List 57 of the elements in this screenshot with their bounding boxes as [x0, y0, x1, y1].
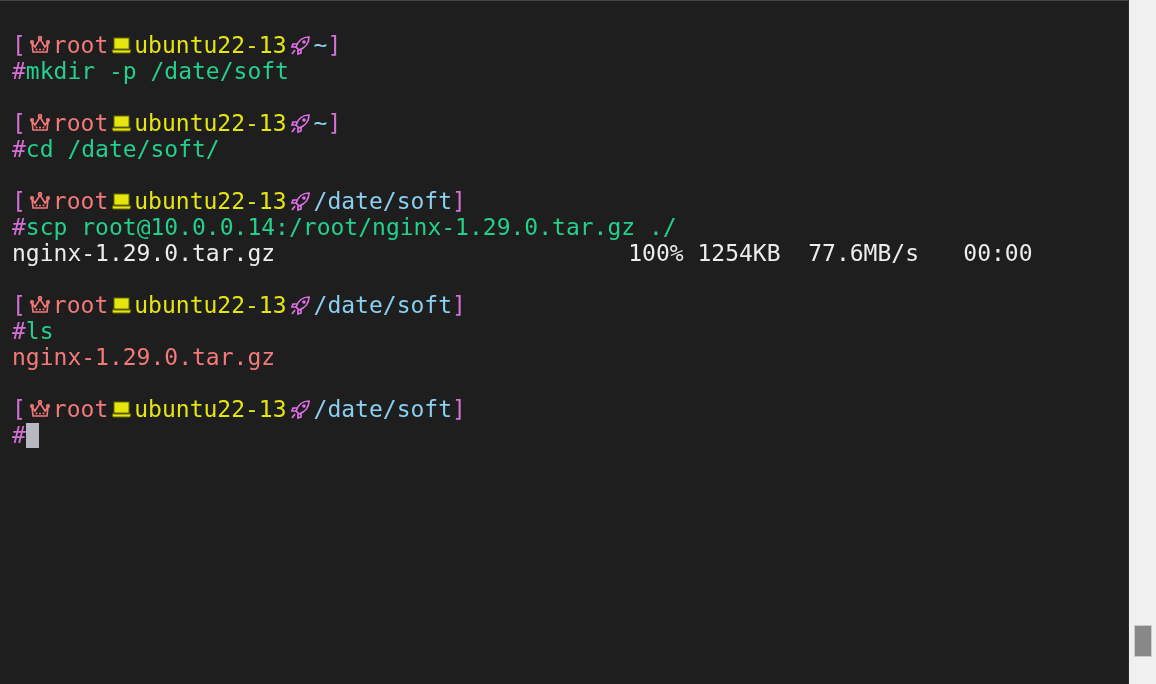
- prompt-sign: #: [12, 318, 26, 344]
- directory-path: /date/soft: [313, 292, 453, 318]
- command-text: scp root@10.0.0.14:/root/nginx-1.29.0.tar.gz ./: [25, 214, 677, 240]
- command-text: cd /date/soft/: [25, 136, 220, 162]
- directory-path: /date/soft: [313, 188, 453, 214]
- laptop-icon: [111, 191, 133, 211]
- rocket-icon: [289, 35, 312, 55]
- user-name: root: [52, 292, 109, 318]
- prompt-bracket: [: [12, 32, 26, 58]
- crown-icon: [28, 399, 51, 419]
- crown-icon: [28, 295, 51, 315]
- transfer-size: 1254KB: [697, 240, 781, 266]
- command-text: mkdir -p /date/soft: [25, 58, 289, 84]
- prompt-bracket: [: [12, 292, 26, 318]
- rocket-icon: [289, 399, 312, 419]
- crown-icon: [28, 191, 51, 211]
- host-name: ubuntu22-13: [134, 292, 287, 318]
- prompt-bracket: [: [12, 110, 26, 136]
- prompt-bracket: [: [12, 188, 26, 214]
- transfer-time: 00:00: [963, 240, 1033, 266]
- prompt-sign: #: [12, 136, 26, 162]
- directory-path: ~: [313, 110, 328, 136]
- command-text: ls: [25, 318, 54, 344]
- prompt-bracket: ]: [452, 292, 466, 318]
- prompt-bracket: ]: [327, 32, 342, 58]
- prompt-sign: #: [12, 58, 26, 84]
- prompt-sign: #: [12, 214, 26, 240]
- laptop-icon: [111, 113, 133, 133]
- directory-path: ~: [313, 32, 328, 58]
- prompt-bracket: ]: [327, 110, 342, 136]
- user-name: root: [52, 188, 109, 214]
- prompt-sign: #: [12, 422, 26, 448]
- file-name: nginx-1.29.0.tar.gz: [12, 240, 276, 266]
- scrollbar-thumb[interactable]: [1133, 625, 1152, 657]
- user-name: root: [52, 32, 109, 58]
- rocket-icon: [289, 113, 312, 133]
- prompt-bracket: ]: [452, 396, 466, 422]
- transfer-rate: 77.6MB/s: [808, 240, 919, 266]
- directory-path: /date/soft: [313, 396, 453, 422]
- crown-icon: [28, 35, 51, 55]
- transfer-percent: 100%: [628, 240, 684, 266]
- rocket-icon: [289, 191, 312, 211]
- rocket-icon: [289, 295, 312, 315]
- user-name: root: [52, 396, 109, 422]
- crown-icon: [28, 113, 51, 133]
- scrollbar-track[interactable]: [1128, 0, 1156, 684]
- host-name: ubuntu22-13: [134, 110, 287, 136]
- laptop-icon: [111, 35, 133, 55]
- user-name: root: [52, 110, 109, 136]
- host-name: ubuntu22-13: [134, 396, 287, 422]
- laptop-icon: [111, 399, 133, 419]
- laptop-icon: [111, 295, 133, 315]
- host-name: ubuntu22-13: [134, 32, 287, 58]
- host-name: ubuntu22-13: [134, 188, 287, 214]
- prompt-bracket: ]: [452, 188, 466, 214]
- prompt-bracket: [: [12, 396, 26, 422]
- file-name: nginx-1.29.0.tar.gz: [12, 344, 276, 370]
